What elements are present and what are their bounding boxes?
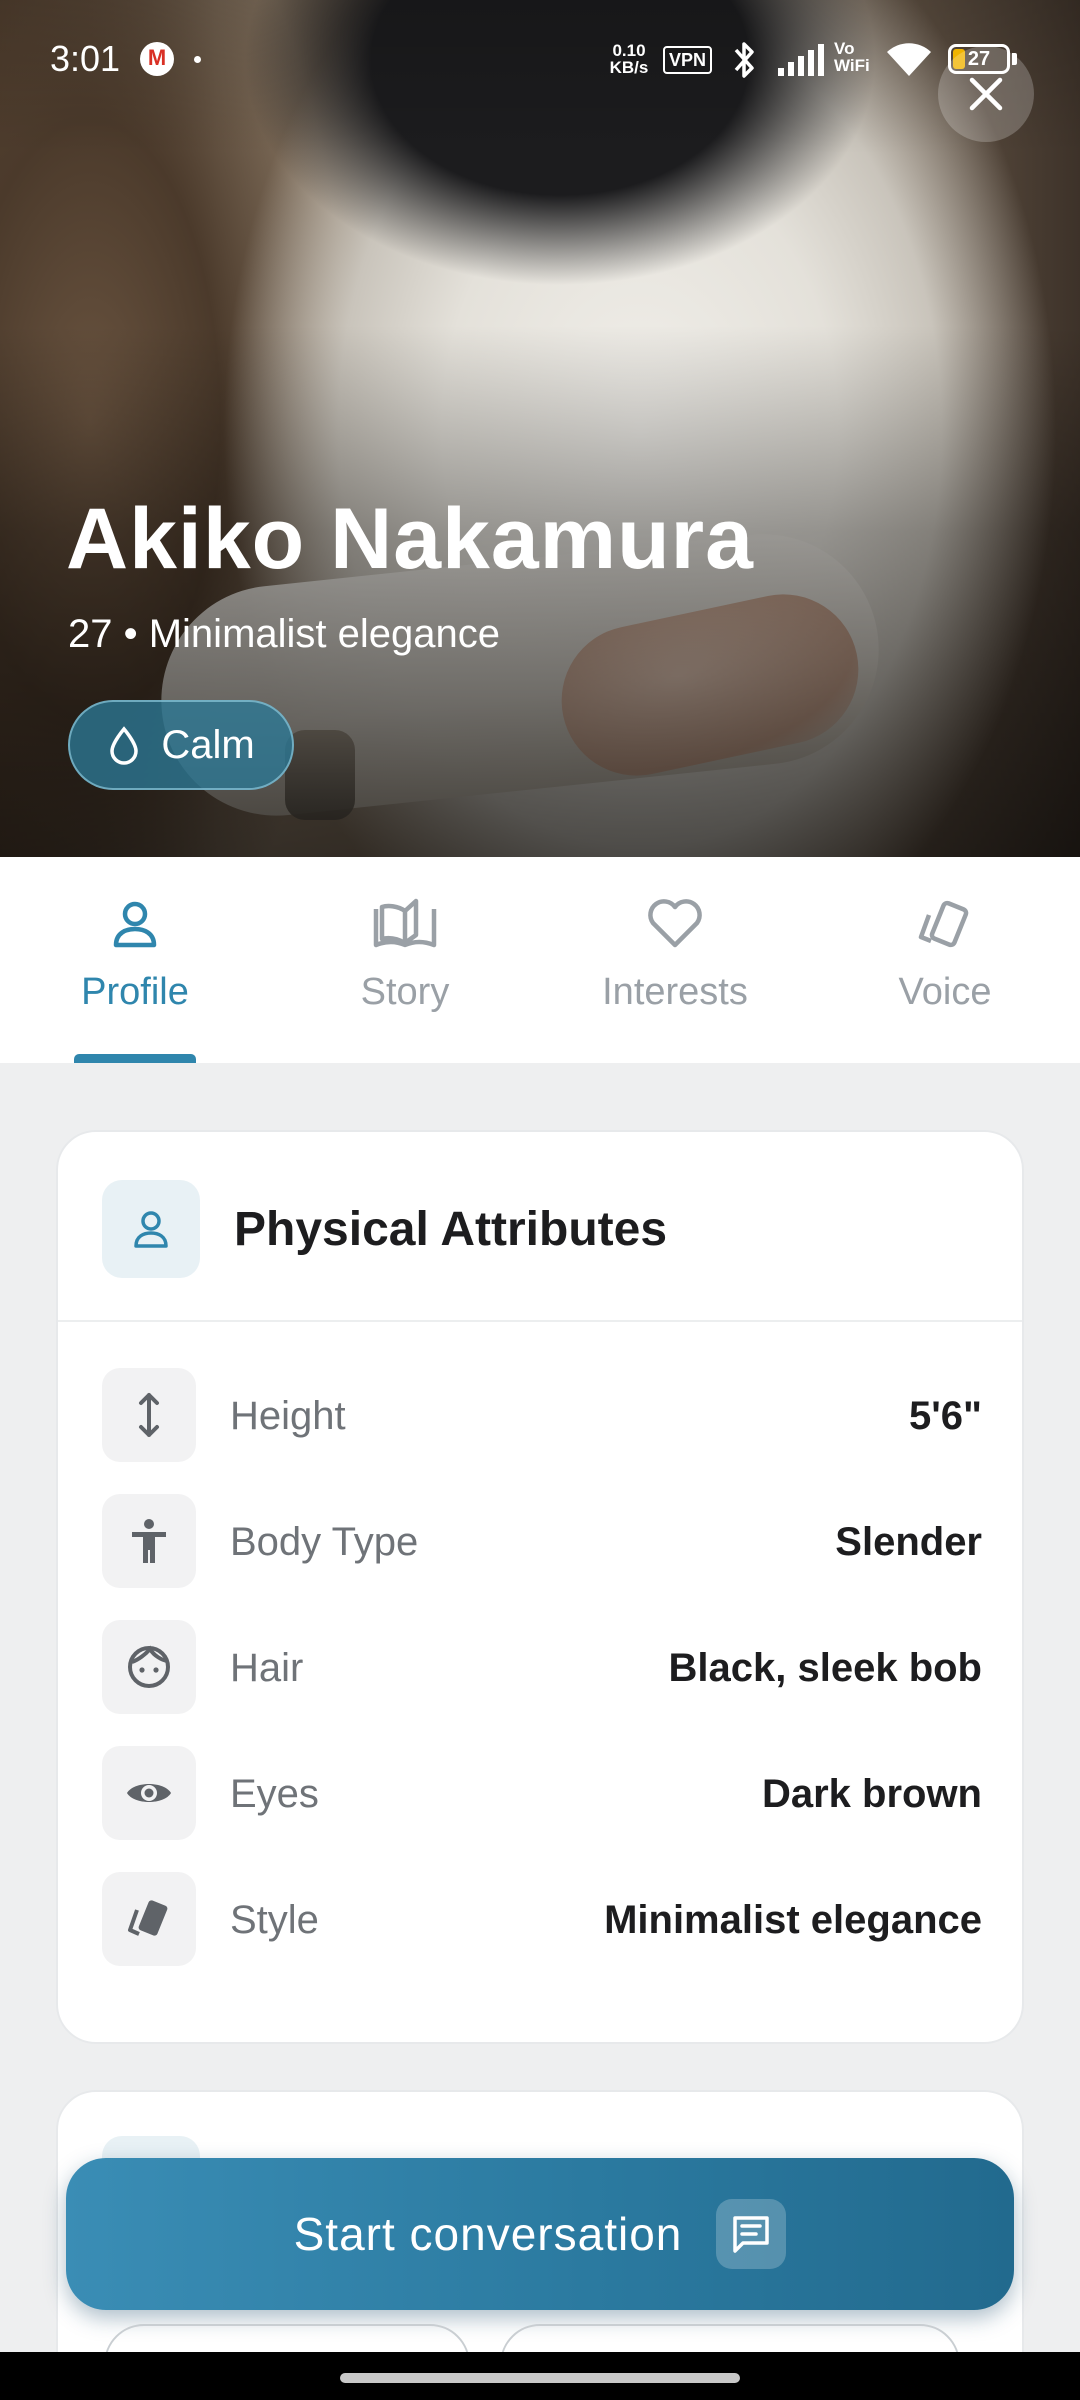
attribute-row-hair: Hair Black, sleek bob (102, 1620, 982, 1716)
attribute-value: Slender (835, 1520, 982, 1564)
eye-icon (127, 1784, 171, 1802)
person-icon (113, 901, 157, 948)
attribute-row-height: Height 5'6" (102, 1368, 982, 1464)
attribute-label: Hair (230, 1646, 304, 1690)
vowifi-indicator: Vo WiFi (834, 40, 870, 74)
vowifi-bottom: WiFi (834, 56, 870, 75)
attribute-value: Dark brown (761, 1772, 982, 1816)
network-speed-unit: KB/s (609, 58, 649, 77)
tab-story-label: Story (360, 971, 450, 1013)
attribute-row-body-type: Body Type Slender (102, 1494, 982, 1590)
status-time: 3:01 (50, 38, 121, 79)
attribute-label: Body Type (230, 1520, 419, 1564)
attribute-label: Style (230, 1898, 319, 1942)
attribute-icon-box (102, 1494, 196, 1588)
tab-profile-label: Profile (81, 971, 189, 1013)
chat-icon (733, 2216, 770, 2253)
network-speed: 0.10 KB/s (604, 42, 654, 76)
attribute-icon-box (102, 1746, 196, 1840)
attribute-label: Eyes (230, 1772, 319, 1816)
close-button[interactable] (938, 46, 1034, 142)
tab-profile[interactable]: Profile (0, 857, 270, 1063)
mood-chip: Calm (68, 700, 294, 790)
bluetooth-icon (734, 42, 754, 78)
home-indicator[interactable] (340, 2373, 740, 2383)
tab-story[interactable]: Story (270, 857, 540, 1063)
tab-interests-label: Interests (602, 971, 748, 1013)
attribute-icon-box (102, 1872, 196, 1966)
status-bar: 3:01 0.10 KB/s VPN Vo WiFi 27 (0, 0, 1080, 120)
attribute-value: Minimalist elegance (604, 1898, 982, 1942)
start-conversation-button[interactable]: Start conversation (66, 2158, 1014, 2310)
body-icon (132, 1519, 166, 1563)
close-icon (969, 77, 1003, 111)
style-icon (918, 900, 969, 948)
profile-subtitle: 27 • Minimalist elegance (68, 612, 500, 656)
attribute-label: Height (230, 1394, 346, 1438)
attribute-icon-box (102, 1620, 196, 1714)
height-icon (139, 1393, 159, 1437)
cta-icon-box (716, 2199, 787, 2269)
wifi-icon (887, 43, 931, 76)
attribute-value: Black, sleek bob (668, 1646, 982, 1690)
droplet-icon (110, 726, 139, 765)
profile-name: Akiko Nakamura (66, 491, 754, 587)
card-header-icon-box (102, 1180, 200, 1278)
tab-interests[interactable]: Interests (540, 857, 810, 1063)
card-header: Physical Attributes (58, 1132, 1022, 1322)
card-title: Physical Attributes (234, 1203, 668, 1256)
attribute-row-style: Style Minimalist elegance (102, 1872, 982, 1968)
tab-active-indicator (74, 1054, 196, 1063)
tab-voice[interactable]: Voice (810, 857, 1080, 1063)
mood-label: Calm (161, 722, 255, 767)
face-icon (128, 1645, 170, 1688)
notification-dot-icon (194, 56, 201, 63)
style-icon (128, 1900, 168, 1936)
attribute-value: 5'6" (909, 1394, 982, 1438)
tab-bar: Profile Story Interests Voice (0, 857, 1080, 1063)
heart-icon (648, 899, 702, 948)
vpn-badge: VPN (663, 46, 713, 74)
gmail-icon (140, 42, 174, 76)
book-icon (373, 898, 437, 948)
attribute-icon-box (102, 1368, 196, 1462)
signal-icon (778, 44, 824, 76)
physical-attributes-card: Physical Attributes Height 5'6" Body Typ… (56, 1130, 1024, 2044)
attribute-row-eyes: Eyes Dark brown (102, 1746, 982, 1842)
person-icon (134, 1211, 168, 1248)
start-conversation-label: Start conversation (293, 2208, 683, 2260)
tab-voice-label: Voice (898, 971, 992, 1013)
